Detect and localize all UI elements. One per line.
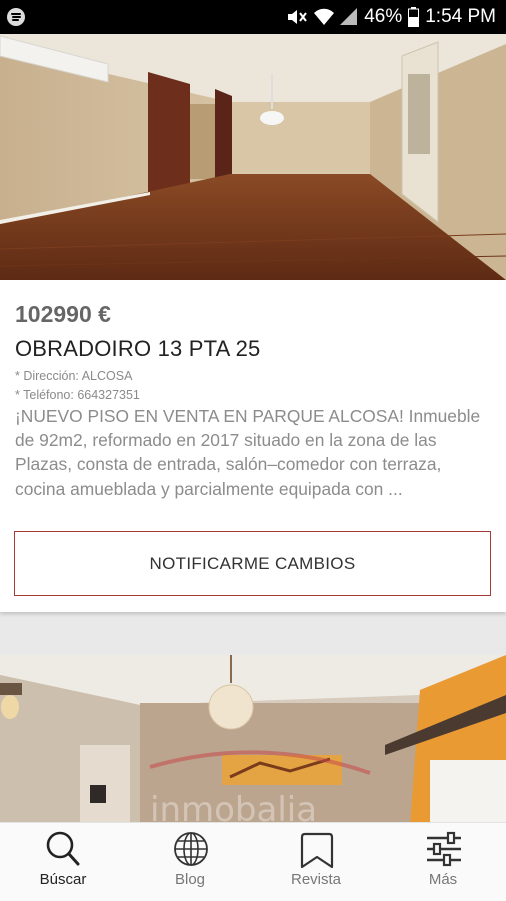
- listing-photo[interactable]: [0, 34, 506, 280]
- status-icons: 46% 1:54 PM: [286, 0, 496, 34]
- nav-blog[interactable]: Blog: [127, 823, 253, 901]
- nav-magazine[interactable]: Revista: [253, 823, 379, 901]
- notify-changes-button[interactable]: NOTIFICARME CAMBIOS: [14, 531, 491, 596]
- listing-card-next[interactable]: inmobalia: [0, 655, 506, 825]
- battery-percent: 46%: [364, 6, 403, 27]
- nav-more-label: Más: [428, 871, 458, 888]
- sliders-icon: [427, 831, 461, 867]
- wifi-icon: [314, 8, 335, 25]
- bookmark-icon: [300, 832, 334, 869]
- room-photo-illustration: [0, 34, 506, 280]
- clock: 1:54 PM: [425, 6, 496, 27]
- nav-search[interactable]: Búscar: [0, 823, 126, 901]
- search-icon: [46, 831, 80, 866]
- nav-search-label: Búscar: [39, 871, 87, 888]
- listing-price: 102990 €: [15, 301, 111, 327]
- listing-phone[interactable]: * Teléfono: 664327351: [15, 388, 140, 402]
- nav-more[interactable]: Más: [380, 823, 506, 901]
- nav-blog-label: Blog: [174, 871, 206, 888]
- listing-photo-next: inmobalia: [0, 655, 506, 825]
- nav-magazine-label: Revista: [290, 871, 342, 888]
- spotify-icon: [7, 8, 25, 26]
- mute-icon: [288, 10, 308, 24]
- globe-icon: [174, 832, 208, 866]
- bottom-navigation: Búscar Blog Revista Más: [0, 822, 506, 901]
- svg-text:inmobalia: inmobalia: [150, 790, 317, 825]
- signal-icon: [340, 8, 358, 25]
- status-bar: 46% 1:54 PM: [0, 0, 506, 34]
- listing-address: * Dirección: ALCOSA: [15, 369, 133, 383]
- battery-icon: [408, 7, 420, 27]
- listing-card[interactable]: 102990 € OBRADOIRO 13 PTA 25 * Dirección…: [0, 34, 506, 612]
- listing-description: ¡NUEVO PISO EN VENTA EN PARQUE ALCOSA! I…: [15, 406, 481, 499]
- listing-title: OBRADOIRO 13 PTA 25: [15, 336, 261, 361]
